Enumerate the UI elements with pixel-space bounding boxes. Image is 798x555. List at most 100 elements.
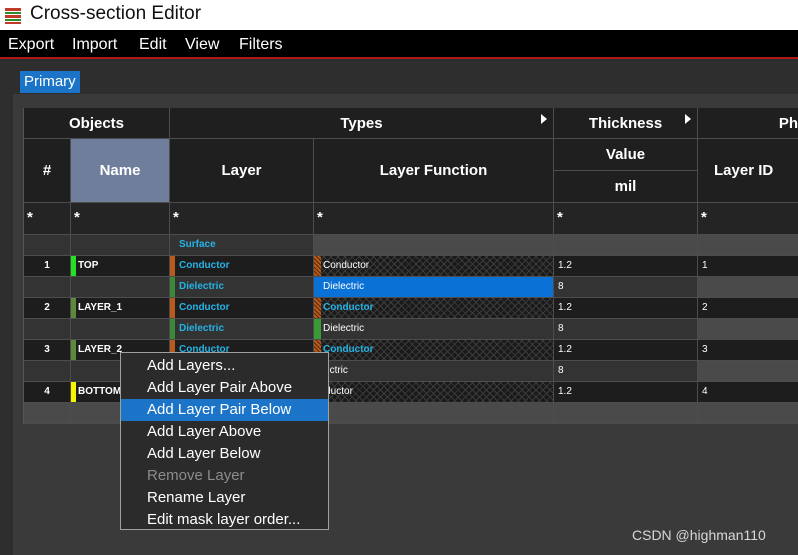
- menu-view[interactable]: View: [185, 36, 219, 54]
- context-menu: Add Layers... Add Layer Pair Above Add L…: [120, 352, 329, 530]
- group-header-types[interactable]: Types: [170, 108, 554, 139]
- layer-id-cell[interactable]: 2: [698, 298, 798, 319]
- watermark: CSDN @highman110: [632, 527, 766, 543]
- layer-function-cell-selected[interactable]: Dielectric: [314, 277, 554, 298]
- filter-value[interactable]: *: [554, 203, 698, 235]
- layer-type-text: Conductor: [179, 260, 230, 271]
- column-header-value[interactable]: Value: [554, 139, 698, 171]
- menu-item-add-layer-below[interactable]: Add Layer Below: [121, 443, 328, 465]
- table-cell[interactable]: [698, 403, 798, 424]
- table-cell[interactable]: [71, 319, 170, 340]
- menu-bar: Export Import Edit View Filters: [0, 30, 798, 59]
- table-cell[interactable]: [71, 277, 170, 298]
- group-header-physical[interactable]: Ph: [698, 108, 798, 139]
- thickness-value-cell[interactable]: 1.2: [554, 298, 698, 319]
- thickness-value-cell[interactable]: 8: [554, 361, 698, 382]
- layer-name-text: LAYER_2: [78, 344, 123, 355]
- layer-function-cell[interactable]: ielectric: [314, 361, 554, 382]
- dielectric-swatch: [170, 319, 175, 339]
- layer-name-text: LAYER_1: [78, 302, 123, 313]
- table-cell[interactable]: [698, 277, 798, 298]
- table-cell[interactable]: [554, 403, 698, 424]
- layer-name-cell[interactable]: TOP: [71, 256, 170, 277]
- layer-id-cell[interactable]: 4: [698, 382, 798, 403]
- layer-function-cell[interactable]: onductor: [314, 382, 554, 403]
- menu-export[interactable]: Export: [8, 36, 54, 54]
- column-header-layer-id[interactable]: Layer ID: [698, 139, 798, 203]
- expand-arrow-icon[interactable]: [541, 114, 547, 124]
- tab-primary[interactable]: Primary: [20, 71, 80, 93]
- expand-arrow-icon[interactable]: [685, 114, 691, 124]
- thickness-value-cell[interactable]: 8: [554, 319, 698, 340]
- layer-type-text: Dielectric: [179, 323, 225, 334]
- layer-function-cell[interactable]: Conductor: [314, 256, 554, 277]
- filter-layer-id[interactable]: *: [698, 203, 798, 235]
- layer-function-text: Conductor: [323, 302, 374, 313]
- dielectric-swatch: [314, 319, 321, 339]
- layer-id-cell[interactable]: 3: [698, 340, 798, 361]
- conductor-swatch: [170, 298, 175, 318]
- column-header-layer[interactable]: Layer: [170, 139, 314, 203]
- table-cell[interactable]: [24, 319, 71, 340]
- layer-name-text: BOTTOM: [78, 386, 122, 397]
- group-header-thickness[interactable]: Thickness: [554, 108, 698, 139]
- column-header-unit[interactable]: mil: [554, 171, 698, 203]
- column-header-name[interactable]: Name: [71, 139, 170, 203]
- layer-type-text: Dielectric: [179, 281, 225, 292]
- layer-color-swatch: [71, 340, 76, 360]
- menu-item-add-layer-pair-above[interactable]: Add Layer Pair Above: [121, 377, 328, 399]
- thickness-value-cell[interactable]: 1.2: [554, 382, 698, 403]
- column-header-number[interactable]: #: [24, 139, 71, 203]
- layer-name-cell[interactable]: LAYER_1: [71, 298, 170, 319]
- row-number-cell[interactable]: 1: [24, 256, 71, 277]
- conductor-swatch: [170, 256, 175, 276]
- layer-function-cell[interactable]: Dielectric: [314, 319, 554, 340]
- table-cell[interactable]: [314, 403, 554, 424]
- menu-item-add-layers[interactable]: Add Layers...: [121, 355, 328, 377]
- table-cell[interactable]: [24, 235, 71, 256]
- layers-stack-icon: [5, 8, 21, 24]
- layer-type-cell[interactable]: Dielectric: [170, 319, 314, 340]
- menu-edit[interactable]: Edit: [139, 36, 167, 54]
- table-cell[interactable]: [698, 235, 798, 256]
- column-header-layer-function[interactable]: Layer Function: [314, 139, 554, 203]
- thickness-value-cell[interactable]: 8: [554, 277, 698, 298]
- menu-import[interactable]: Import: [72, 36, 117, 54]
- table-cell[interactable]: [698, 319, 798, 340]
- table-cell[interactable]: [24, 277, 71, 298]
- layer-id-cell[interactable]: 1: [698, 256, 798, 277]
- menu-item-add-layer-pair-below[interactable]: Add Layer Pair Below: [121, 399, 328, 421]
- layer-function-cell[interactable]: Conductor: [314, 340, 554, 361]
- menu-item-add-layer-above[interactable]: Add Layer Above: [121, 421, 328, 443]
- filter-name[interactable]: *: [71, 203, 170, 235]
- group-header-objects[interactable]: Objects: [24, 108, 170, 139]
- menu-item-remove-layer: Remove Layer: [147, 467, 245, 484]
- layer-type-cell[interactable]: Conductor: [170, 298, 314, 319]
- layer-type-cell[interactable]: Dielectric: [170, 277, 314, 298]
- row-number-cell[interactable]: 3: [24, 340, 71, 361]
- table-cell[interactable]: [24, 361, 71, 382]
- thickness-value-cell[interactable]: 1.2: [554, 256, 698, 277]
- layer-color-swatch: [71, 382, 76, 402]
- menu-item-rename-layer[interactable]: Rename Layer: [121, 487, 328, 509]
- window-title: Cross-section Editor: [30, 3, 202, 24]
- table-cell[interactable]: [314, 235, 554, 256]
- table-cell[interactable]: [698, 361, 798, 382]
- row-number-cell[interactable]: 4: [24, 382, 71, 403]
- row-number-cell[interactable]: 2: [24, 298, 71, 319]
- table-cell[interactable]: [24, 403, 71, 424]
- menu-item-edit-mask-layer-order[interactable]: Edit mask layer order...: [121, 509, 328, 531]
- layer-type-cell[interactable]: Conductor: [170, 256, 314, 277]
- layer-function-cell[interactable]: Conductor: [314, 298, 554, 319]
- table-cell[interactable]: [71, 235, 170, 256]
- filter-layer[interactable]: *: [170, 203, 314, 235]
- thickness-value-cell[interactable]: 1.2: [554, 340, 698, 361]
- filter-layer-function[interactable]: *: [314, 203, 554, 235]
- conductor-hatch-swatch: [314, 256, 321, 276]
- dielectric-swatch: [170, 277, 175, 297]
- table-cell[interactable]: [554, 235, 698, 256]
- layer-type-cell[interactable]: Surface: [170, 235, 314, 256]
- layer-color-swatch: [71, 298, 76, 318]
- filter-number[interactable]: *: [24, 203, 71, 235]
- menu-filters[interactable]: Filters: [239, 36, 283, 54]
